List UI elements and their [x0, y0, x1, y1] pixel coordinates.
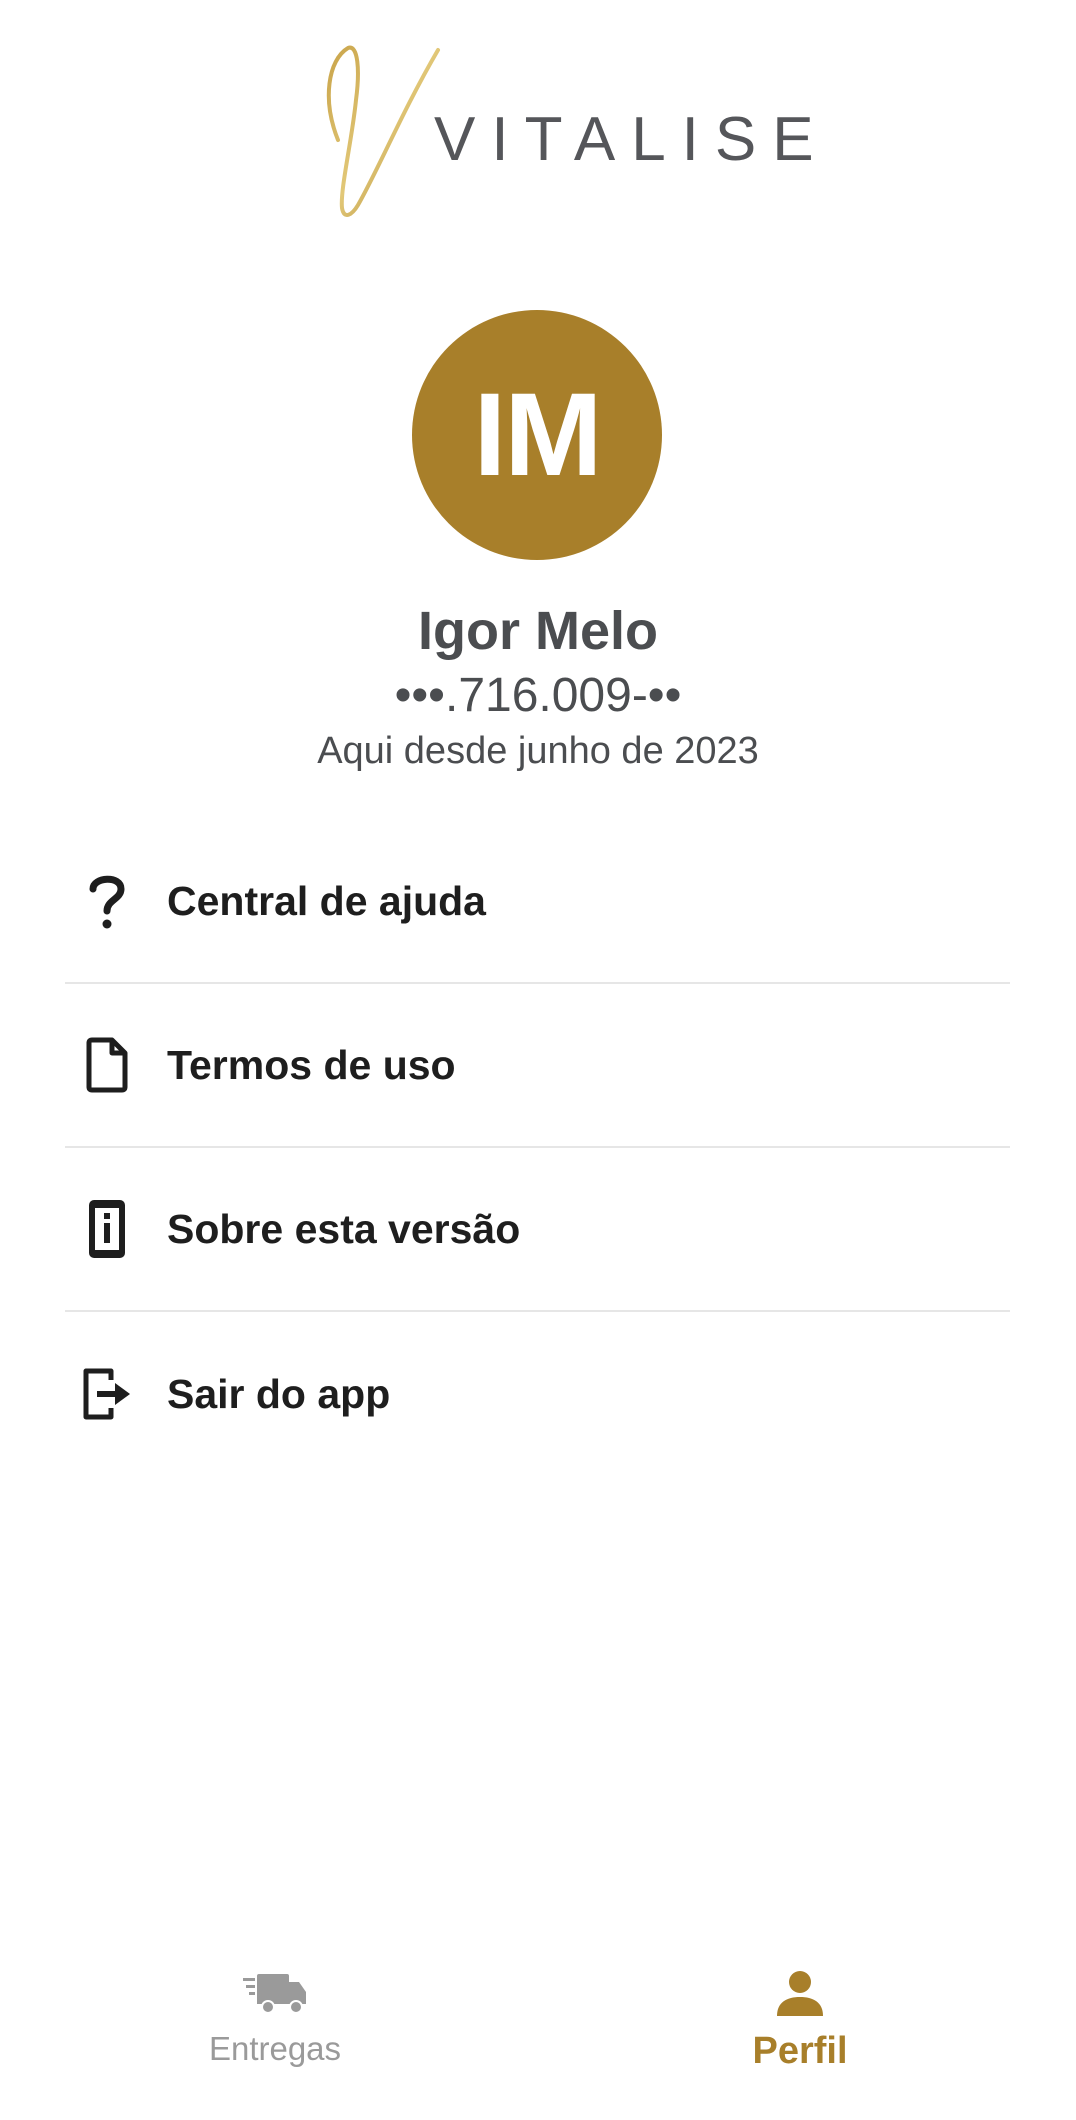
menu-item-about-version[interactable]: Sobre esta versão: [65, 1148, 1010, 1312]
nav-tab-profile[interactable]: Perfil: [650, 1940, 950, 2120]
profile-menu: Central de ajuda Termos de uso Sobre est…: [65, 820, 1010, 1476]
nav-tab-label: Perfil: [752, 2030, 848, 2072]
menu-item-label: Termos de uso: [167, 1041, 456, 1088]
avatar-initials: IM: [473, 369, 602, 501]
question-icon: [79, 869, 135, 933]
user-document-number: •••.716.009-••: [394, 669, 682, 722]
menu-item-label: Central de ajuda: [167, 877, 486, 924]
info-device-icon: [79, 1197, 135, 1261]
bottom-navigation: Entregas Perfil: [0, 1940, 1076, 2120]
menu-item-logout[interactable]: Sair do app: [65, 1312, 1010, 1476]
logout-icon: [79, 1362, 135, 1426]
document-icon: [79, 1033, 135, 1097]
menu-item-label: Sobre esta versão: [167, 1205, 521, 1252]
nav-tab-deliveries[interactable]: Entregas: [125, 1940, 425, 2120]
truck-icon: [240, 1966, 310, 2022]
member-since-text: Aqui desde junho de 2023: [317, 730, 759, 772]
avatar[interactable]: IM: [412, 310, 662, 560]
menu-item-help-center[interactable]: Central de ajuda: [65, 820, 1010, 984]
user-name: Igor Melo: [418, 601, 658, 661]
vitalise-logo: VITALISE: [318, 40, 814, 220]
nav-tab-label: Entregas: [208, 2030, 342, 2067]
menu-item-terms-of-use[interactable]: Termos de uso: [65, 984, 1010, 1148]
logo-wordmark: VITALISE: [434, 105, 830, 174]
person-icon: [765, 1966, 835, 2022]
menu-item-label: Sair do app: [167, 1370, 391, 1417]
logo-script-v-icon: [326, 45, 440, 217]
